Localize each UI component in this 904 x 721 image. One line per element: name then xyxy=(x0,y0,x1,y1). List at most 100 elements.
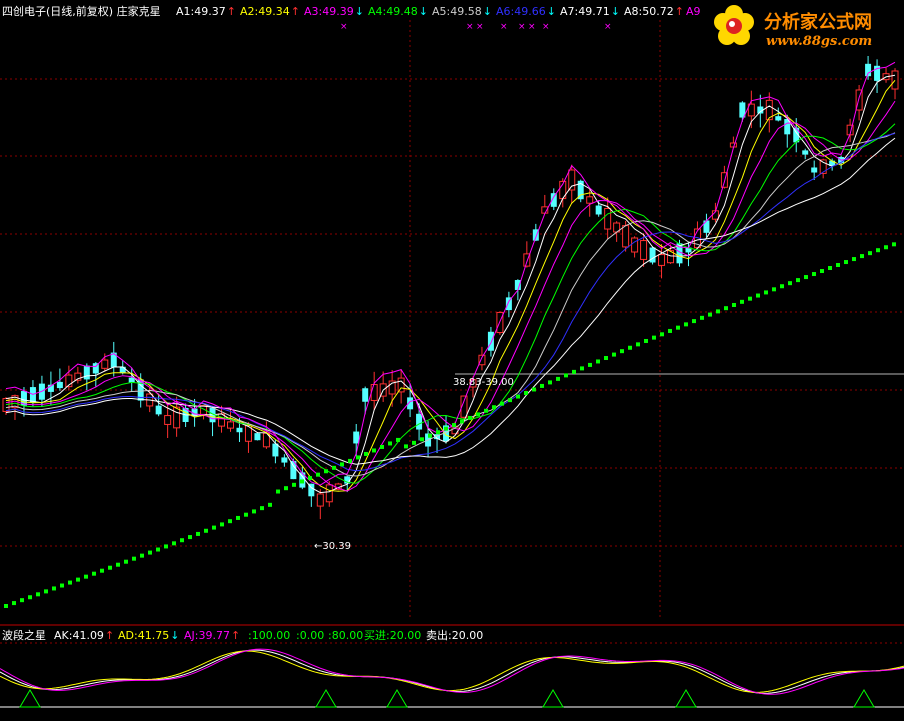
stop-dot xyxy=(820,269,824,274)
sub-ak: AK:41.09↑ xyxy=(54,629,115,642)
candle-up xyxy=(164,415,172,425)
stop-dot xyxy=(212,525,216,530)
stop-dot xyxy=(636,342,640,347)
indicator-a2: A2:49.34↑ xyxy=(240,5,300,18)
upper-band-line xyxy=(5,61,896,486)
stop-dot xyxy=(452,423,456,428)
ma-line xyxy=(5,100,896,492)
stop-dot xyxy=(148,550,152,555)
candle-up xyxy=(640,240,648,260)
candle-up xyxy=(173,406,181,429)
stop-dot xyxy=(756,293,760,298)
candle-down xyxy=(254,433,261,441)
stop-dot xyxy=(564,373,568,378)
stop-dot xyxy=(236,515,240,520)
stop-dot xyxy=(500,401,504,406)
stop-dot xyxy=(100,568,104,573)
stop-dot xyxy=(540,383,544,388)
stop-dot xyxy=(764,290,768,295)
stop-dot xyxy=(220,522,224,527)
stop-dot xyxy=(708,312,712,317)
stop-dot xyxy=(612,352,616,357)
stop-dot xyxy=(68,580,72,585)
stop-dot xyxy=(508,398,512,403)
sub-ad: AD:41.75↓ xyxy=(118,629,180,642)
stop-dot xyxy=(836,263,840,268)
ad-line xyxy=(0,650,904,693)
stop-dot xyxy=(188,535,192,540)
stop-dot xyxy=(676,325,680,330)
indicator-a4: A4:49.48↓ xyxy=(368,5,428,18)
kline-chart[interactable]: × × × × × × × × xyxy=(0,0,904,721)
candle-up xyxy=(227,421,234,429)
stop-dot xyxy=(884,245,888,250)
buy-signal-triangle xyxy=(853,689,875,708)
candle-up xyxy=(891,70,899,90)
signal-mark: × xyxy=(500,22,508,32)
candle-down xyxy=(281,457,288,463)
candle-down xyxy=(811,167,818,173)
stop-dot xyxy=(300,479,304,484)
buy-signal-triangle xyxy=(315,689,337,708)
candle-down xyxy=(703,220,710,233)
chart-title: 四创电子(日线,前复权) 庄家克星 xyxy=(2,5,161,18)
stop-dot xyxy=(228,519,232,524)
stop-dot xyxy=(380,444,384,449)
stop-dot xyxy=(780,284,784,289)
buy-signal-triangle xyxy=(675,689,697,708)
candle-up xyxy=(604,207,612,230)
ma-line xyxy=(5,79,896,492)
candle-up xyxy=(658,254,666,266)
candle-up xyxy=(101,359,109,369)
stop-dot xyxy=(412,440,416,445)
indicator-a3: A3:49.39↓ xyxy=(304,5,364,18)
stop-dot xyxy=(868,251,872,256)
site-logo: 分析家公式网 www.88gs.com xyxy=(706,0,904,56)
sub-level-0: :0.00 xyxy=(296,629,325,642)
stop-dot xyxy=(364,451,368,456)
candle-down xyxy=(362,388,369,402)
stop-dot xyxy=(156,547,160,552)
candle-up xyxy=(316,493,324,507)
candle-down xyxy=(487,331,494,351)
stop-dot xyxy=(852,257,856,262)
indicator-a5: A5:49.58↓ xyxy=(432,5,492,18)
stop-dot xyxy=(204,528,208,533)
stop-dot xyxy=(4,604,8,608)
stop-dot xyxy=(260,506,264,511)
signal-mark: × xyxy=(340,22,348,32)
stop-dot xyxy=(668,328,672,333)
stop-dot xyxy=(116,562,120,567)
candle-up xyxy=(370,384,378,401)
stop-dot xyxy=(476,412,480,417)
sub-level-100: :100.00 xyxy=(248,629,291,642)
aj-line xyxy=(0,648,904,695)
signal-mark: × xyxy=(528,22,536,32)
stop-dot xyxy=(444,426,448,431)
stop-dot xyxy=(572,369,576,374)
stop-dot xyxy=(692,319,696,324)
stop-dot xyxy=(484,408,488,413)
candle-down xyxy=(56,381,63,389)
stop-dot xyxy=(516,394,520,399)
candle-up xyxy=(325,484,333,503)
indicator-a8: A8:50.72↑ xyxy=(624,5,684,18)
stop-dot xyxy=(252,509,256,514)
candle-down xyxy=(236,427,243,433)
stop-dot xyxy=(324,469,328,474)
candle-up xyxy=(631,237,639,253)
stop-dot xyxy=(180,538,184,543)
candle-up xyxy=(568,169,576,191)
indicator-a7: A7:49.71↓ xyxy=(560,5,620,18)
stop-dot xyxy=(92,571,96,576)
stop-dot xyxy=(652,335,656,340)
stop-dot xyxy=(580,366,584,371)
stop-dot xyxy=(36,592,40,597)
stop-dot xyxy=(732,302,736,307)
stop-dot xyxy=(660,332,664,337)
buy-signal-triangle xyxy=(19,689,41,708)
indicator-a9: A9 xyxy=(686,5,701,18)
candle-down xyxy=(29,387,36,403)
sub-indicator-name: 波段之星 xyxy=(2,629,46,642)
candle-down xyxy=(83,365,90,380)
